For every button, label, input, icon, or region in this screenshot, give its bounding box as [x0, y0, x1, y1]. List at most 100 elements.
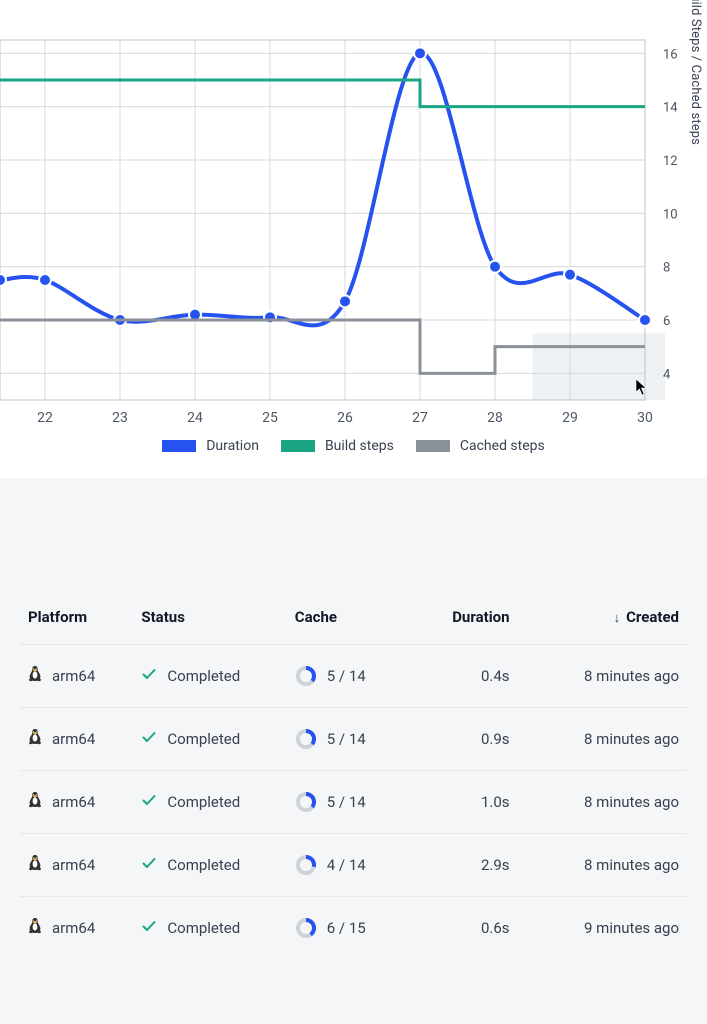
col-platform[interactable]: Platform — [20, 598, 133, 645]
chart-card: 46810121416222324252627282930 Build Step… — [0, 0, 707, 478]
duration-label: 0.4s — [481, 667, 510, 685]
duration-label: 0.6s — [481, 919, 510, 937]
table-row[interactable]: arm64 Completed 4 / 14 — [20, 834, 687, 897]
linux-icon — [28, 918, 42, 938]
cell-cache: 5 / 14 — [287, 645, 420, 708]
linux-icon — [28, 666, 42, 686]
cell-status: Completed — [133, 771, 286, 834]
check-icon — [141, 729, 157, 749]
svg-text:4: 4 — [663, 367, 671, 382]
legend-label: Cached steps — [460, 438, 545, 454]
check-icon — [141, 666, 157, 686]
linux-icon — [28, 729, 42, 749]
col-label: Created — [626, 608, 679, 626]
cell-status: Completed — [133, 834, 286, 897]
cache-donut-icon — [295, 728, 317, 750]
table-row[interactable]: arm64 Completed 5 / 14 — [20, 771, 687, 834]
svg-text:27: 27 — [412, 410, 428, 426]
duration-label: 0.9s — [481, 730, 510, 748]
col-cache[interactable]: Cache — [287, 598, 420, 645]
sort-arrow-icon: ↓ — [614, 611, 621, 626]
platform-label: arm64 — [52, 856, 95, 874]
svg-text:10: 10 — [663, 207, 678, 222]
col-status[interactable]: Status — [133, 598, 286, 645]
cell-cache: 6 / 15 — [287, 897, 420, 960]
platform-label: arm64 — [52, 667, 95, 685]
col-label: Duration — [452, 608, 509, 626]
table-header-row: Platform Status Cache Duration ↓ Created — [20, 598, 687, 645]
cell-cache: 5 / 14 — [287, 708, 420, 771]
builds-table: Platform Status Cache Duration ↓Created … — [20, 598, 687, 959]
swatch-cached — [416, 440, 450, 452]
cell-cache: 4 / 14 — [287, 834, 420, 897]
col-label: Cache — [295, 608, 337, 626]
svg-text:8: 8 — [663, 261, 670, 276]
legend-item-cached-steps[interactable]: Cached steps — [416, 438, 545, 454]
chart-area[interactable]: 46810121416222324252627282930 Build Step… — [0, 0, 707, 430]
legend-item-build-steps[interactable]: Build steps — [281, 438, 394, 454]
cell-status: Completed — [133, 645, 286, 708]
platform-label: arm64 — [52, 730, 95, 748]
cell-duration: 2.9s — [420, 834, 533, 897]
cache-donut-icon — [295, 854, 317, 876]
cache-label: 5 / 14 — [327, 793, 366, 811]
cell-platform: arm64 — [20, 771, 133, 834]
swatch-build — [281, 440, 315, 452]
linux-icon — [28, 792, 42, 812]
legend-label: Duration — [206, 438, 259, 454]
chart-legend: Duration Build steps Cached steps — [0, 430, 707, 466]
cell-cache: 5 / 14 — [287, 771, 420, 834]
status-label: Completed — [167, 730, 240, 748]
col-duration[interactable]: Duration — [420, 598, 533, 645]
line-chart: 46810121416222324252627282930 — [0, 0, 707, 430]
swatch-duration — [162, 440, 196, 452]
cell-duration: 0.6s — [420, 897, 533, 960]
cell-duration: 0.9s — [420, 708, 533, 771]
cell-duration: 0.4s — [420, 645, 533, 708]
check-icon — [141, 855, 157, 875]
svg-text:6: 6 — [663, 314, 670, 329]
created-label: 8 minutes ago — [584, 730, 679, 748]
cache-label: 5 / 14 — [327, 667, 366, 685]
svg-text:22: 22 — [37, 410, 53, 426]
cell-created: 8 minutes ago — [534, 645, 687, 708]
col-created[interactable]: ↓ Created — [534, 598, 687, 645]
cache-donut-icon — [295, 791, 317, 813]
svg-text:25: 25 — [262, 410, 278, 426]
table-row[interactable]: arm64 Completed 5 / 14 — [20, 645, 687, 708]
y2-axis-label: Build Steps / Cached steps — [688, 0, 703, 145]
cell-platform: arm64 — [20, 708, 133, 771]
svg-text:26: 26 — [337, 410, 353, 426]
svg-text:28: 28 — [487, 410, 503, 426]
status-label: Completed — [167, 667, 240, 685]
status-label: Completed — [167, 856, 240, 874]
cell-platform: arm64 — [20, 645, 133, 708]
svg-text:30: 30 — [637, 410, 653, 426]
check-icon — [141, 918, 157, 938]
svg-text:23: 23 — [112, 410, 128, 426]
table-row[interactable]: arm64 Completed 5 / 14 — [20, 708, 687, 771]
legend-item-duration[interactable]: Duration — [162, 438, 259, 454]
cache-label: 5 / 14 — [327, 730, 366, 748]
svg-text:29: 29 — [562, 410, 578, 426]
cell-duration: 1.0s — [420, 771, 533, 834]
status-label: Completed — [167, 919, 240, 937]
cell-created: 8 minutes ago — [534, 771, 687, 834]
table-row[interactable]: arm64 Completed 6 / 15 — [20, 897, 687, 960]
duration-label: 1.0s — [481, 793, 510, 811]
cell-platform: arm64 — [20, 834, 133, 897]
col-label: Platform — [28, 608, 87, 626]
cell-created: 9 minutes ago — [534, 897, 687, 960]
cache-donut-icon — [295, 665, 317, 687]
created-label: 8 minutes ago — [584, 856, 679, 874]
duration-label: 2.9s — [481, 856, 510, 874]
cache-label: 6 / 15 — [327, 919, 366, 937]
svg-text:24: 24 — [187, 410, 203, 426]
builds-table-section: Platform Status Cache Duration ↓Created … — [0, 478, 707, 999]
svg-text:16: 16 — [663, 47, 678, 62]
created-label: 9 minutes ago — [584, 919, 679, 937]
created-label: 8 minutes ago — [584, 793, 679, 811]
check-icon — [141, 792, 157, 812]
platform-label: arm64 — [52, 919, 95, 937]
legend-label: Build steps — [325, 438, 394, 454]
